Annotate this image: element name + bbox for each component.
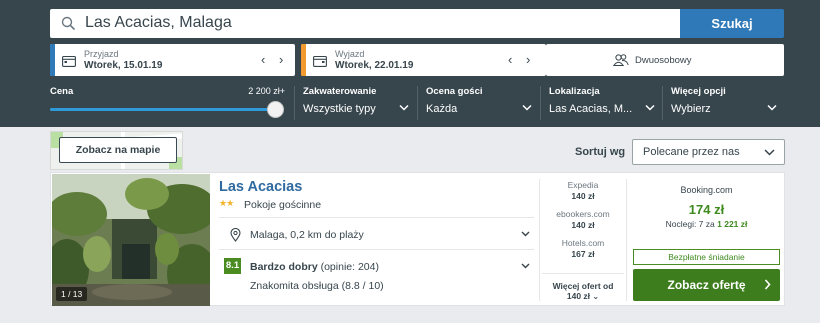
- offer-provider: Expedia: [567, 180, 599, 190]
- chevron-down-icon: [764, 149, 775, 156]
- rating-details-row[interactable]: 8.1 Bardzo dobry (opinie: 204) Znakomita…: [219, 253, 534, 301]
- view-deal-button[interactable]: Zobacz ofertę: [633, 269, 780, 301]
- more-options-filter[interactable]: Więcej opcji Wybierz: [671, 86, 777, 120]
- price-filter-value: 2 200 zł+: [248, 86, 285, 96]
- checkin-date-picker[interactable]: Przyjazd Wtorek, 15.01.19 ‹ ›: [50, 44, 295, 76]
- best-offer-provider: Booking.com: [680, 185, 733, 195]
- filter-divider: [417, 86, 418, 120]
- best-offer-price: 174 zł: [688, 202, 725, 217]
- rating-detail: Znakomita obsługa (8.8 / 10): [250, 280, 384, 292]
- sort-value: Polecane przez nas: [643, 146, 740, 158]
- offer-item[interactable]: ebookers.com 140 zł: [542, 209, 624, 238]
- checkin-value: Wtorek, 15.01.19: [84, 60, 163, 71]
- hotel-name-link[interactable]: Las Acacias: [219, 179, 302, 195]
- hotel-type: Pokoje gościnne: [244, 199, 322, 211]
- more-options-label: Więcej opcji: [671, 86, 726, 97]
- price-slider-fill: [50, 108, 276, 111]
- view-deal-label: Zobacz ofertę: [667, 278, 746, 292]
- chevron-down-icon: [521, 231, 530, 237]
- people-icon: [613, 54, 629, 66]
- location-details-row[interactable]: Malaga, 0,2 km do plaży: [219, 217, 534, 250]
- filter-divider: [294, 86, 295, 120]
- checkout-date-picker[interactable]: Wyjazd Wtorek, 22.01.19 ‹ ›: [301, 44, 546, 76]
- sort-select[interactable]: Polecane przez nas: [632, 139, 785, 165]
- offer-provider: ebookers.com: [556, 209, 610, 219]
- lodging-type-value: Wszystkie typy: [303, 103, 376, 115]
- offer-price: 140 zł: [571, 220, 595, 230]
- chevron-down-icon: [399, 104, 409, 111]
- card-divider: [626, 179, 627, 301]
- hotel-location: Malaga, 0,2 km do plaży: [250, 229, 364, 241]
- filter-divider: [662, 86, 663, 120]
- checkout-prev-arrow-icon[interactable]: ‹: [508, 52, 512, 67]
- nights-prefix: Noclegi: 7 za: [665, 219, 715, 229]
- chevron-down-icon: [522, 104, 532, 111]
- rating-summary: Bardzo dobry (opinie: 204): [250, 261, 379, 273]
- guest-rating-value: Każda: [426, 103, 458, 115]
- checkin-prev-arrow-icon[interactable]: ‹: [261, 52, 265, 67]
- search-input[interactable]: Las Acacias, Malaga: [50, 9, 680, 38]
- card-divider: [539, 179, 540, 301]
- checkin-label: Przyjazd: [84, 49, 119, 59]
- hotel-star-rating: ★★: [219, 198, 234, 208]
- rating-text: Bardzo dobry: [250, 261, 318, 273]
- checkout-next-arrow-icon[interactable]: ›: [526, 52, 530, 67]
- search-button[interactable]: Szukaj: [680, 9, 784, 38]
- price-filter[interactable]: Cena 2 200 zł+: [50, 86, 287, 120]
- offer-item[interactable]: Expedia 140 zł: [542, 180, 624, 209]
- location-value: Las Acacias, M...: [549, 103, 633, 115]
- search-icon: [61, 16, 76, 31]
- guest-rating-filter[interactable]: Ocena gości Każda: [426, 86, 532, 120]
- checkout-color-bar: [301, 44, 306, 76]
- rating-score-badge: 8.1: [224, 258, 241, 274]
- chevron-down-icon: ⌄: [592, 292, 600, 301]
- location-label: Lokalizacja: [549, 86, 600, 97]
- hotel-result-card: 1 / 13 Las Acacias ★★ Pokoje gościnne Ma…: [50, 172, 785, 306]
- checkout-label: Wyjazd: [335, 49, 365, 59]
- more-options-value: Wybierz: [671, 103, 711, 115]
- sort-label: Sortuj wg: [575, 146, 626, 158]
- chevron-down-icon: [645, 104, 655, 111]
- best-offer: Booking.com 174 zł Noclegi: 7 za 1 221 z…: [633, 185, 780, 229]
- calendar-icon: [62, 55, 76, 67]
- price-filter-label: Cena: [50, 86, 74, 97]
- checkin-color-bar: [50, 44, 55, 76]
- chevron-down-icon: [767, 104, 777, 111]
- free-breakfast-badge: Bezpłatne śniadanie: [633, 249, 780, 265]
- room-type-label: Dwuosobowy: [635, 55, 692, 66]
- view-map-button[interactable]: Zobacz na mapie: [59, 137, 177, 163]
- more-offers-label: Więcej ofert od: [552, 281, 614, 291]
- offer-price: 140 zł: [571, 191, 595, 201]
- chevron-right-icon: [764, 279, 771, 290]
- location-filter[interactable]: Lokalizacja Las Acacias, M...: [549, 86, 655, 120]
- hotel-photo[interactable]: 1 / 13: [52, 174, 210, 306]
- guest-rating-label: Ocena gości: [426, 86, 483, 97]
- offer-item[interactable]: Hotels.com 167 zł: [542, 238, 624, 267]
- filter-divider: [540, 86, 541, 120]
- photo-counter: 1 / 13: [56, 287, 88, 301]
- price-slider-handle[interactable]: [267, 101, 284, 118]
- alternative-offers-list: Expedia 140 zł ebookers.com 140 zł Hotel…: [542, 180, 624, 267]
- room-type-selector[interactable]: Dwuosobowy: [546, 44, 784, 76]
- more-offers-price: 140 zł: [566, 291, 591, 301]
- nights-total-price: 1 221 zł: [717, 219, 748, 229]
- map-pin-icon: [230, 228, 241, 242]
- more-offers-button[interactable]: Więcej ofert od 140 zł ⌄: [542, 273, 624, 301]
- checkin-next-arrow-icon[interactable]: ›: [279, 52, 283, 67]
- rating-count: (opinie: 204): [320, 261, 379, 273]
- offer-provider: Hotels.com: [561, 238, 605, 248]
- offer-price: 167 zł: [571, 249, 595, 259]
- lodging-type-label: Zakwaterowanie: [303, 86, 377, 97]
- calendar-icon: [313, 55, 327, 67]
- nights-total: Noclegi: 7 za 1 221 zł: [633, 219, 780, 229]
- checkout-value: Wtorek, 22.01.19: [335, 60, 414, 71]
- lodging-type-filter[interactable]: Zakwaterowanie Wszystkie typy: [303, 86, 409, 120]
- chevron-down-icon: [521, 263, 530, 269]
- search-query: Las Acacias, Malaga: [85, 14, 232, 31]
